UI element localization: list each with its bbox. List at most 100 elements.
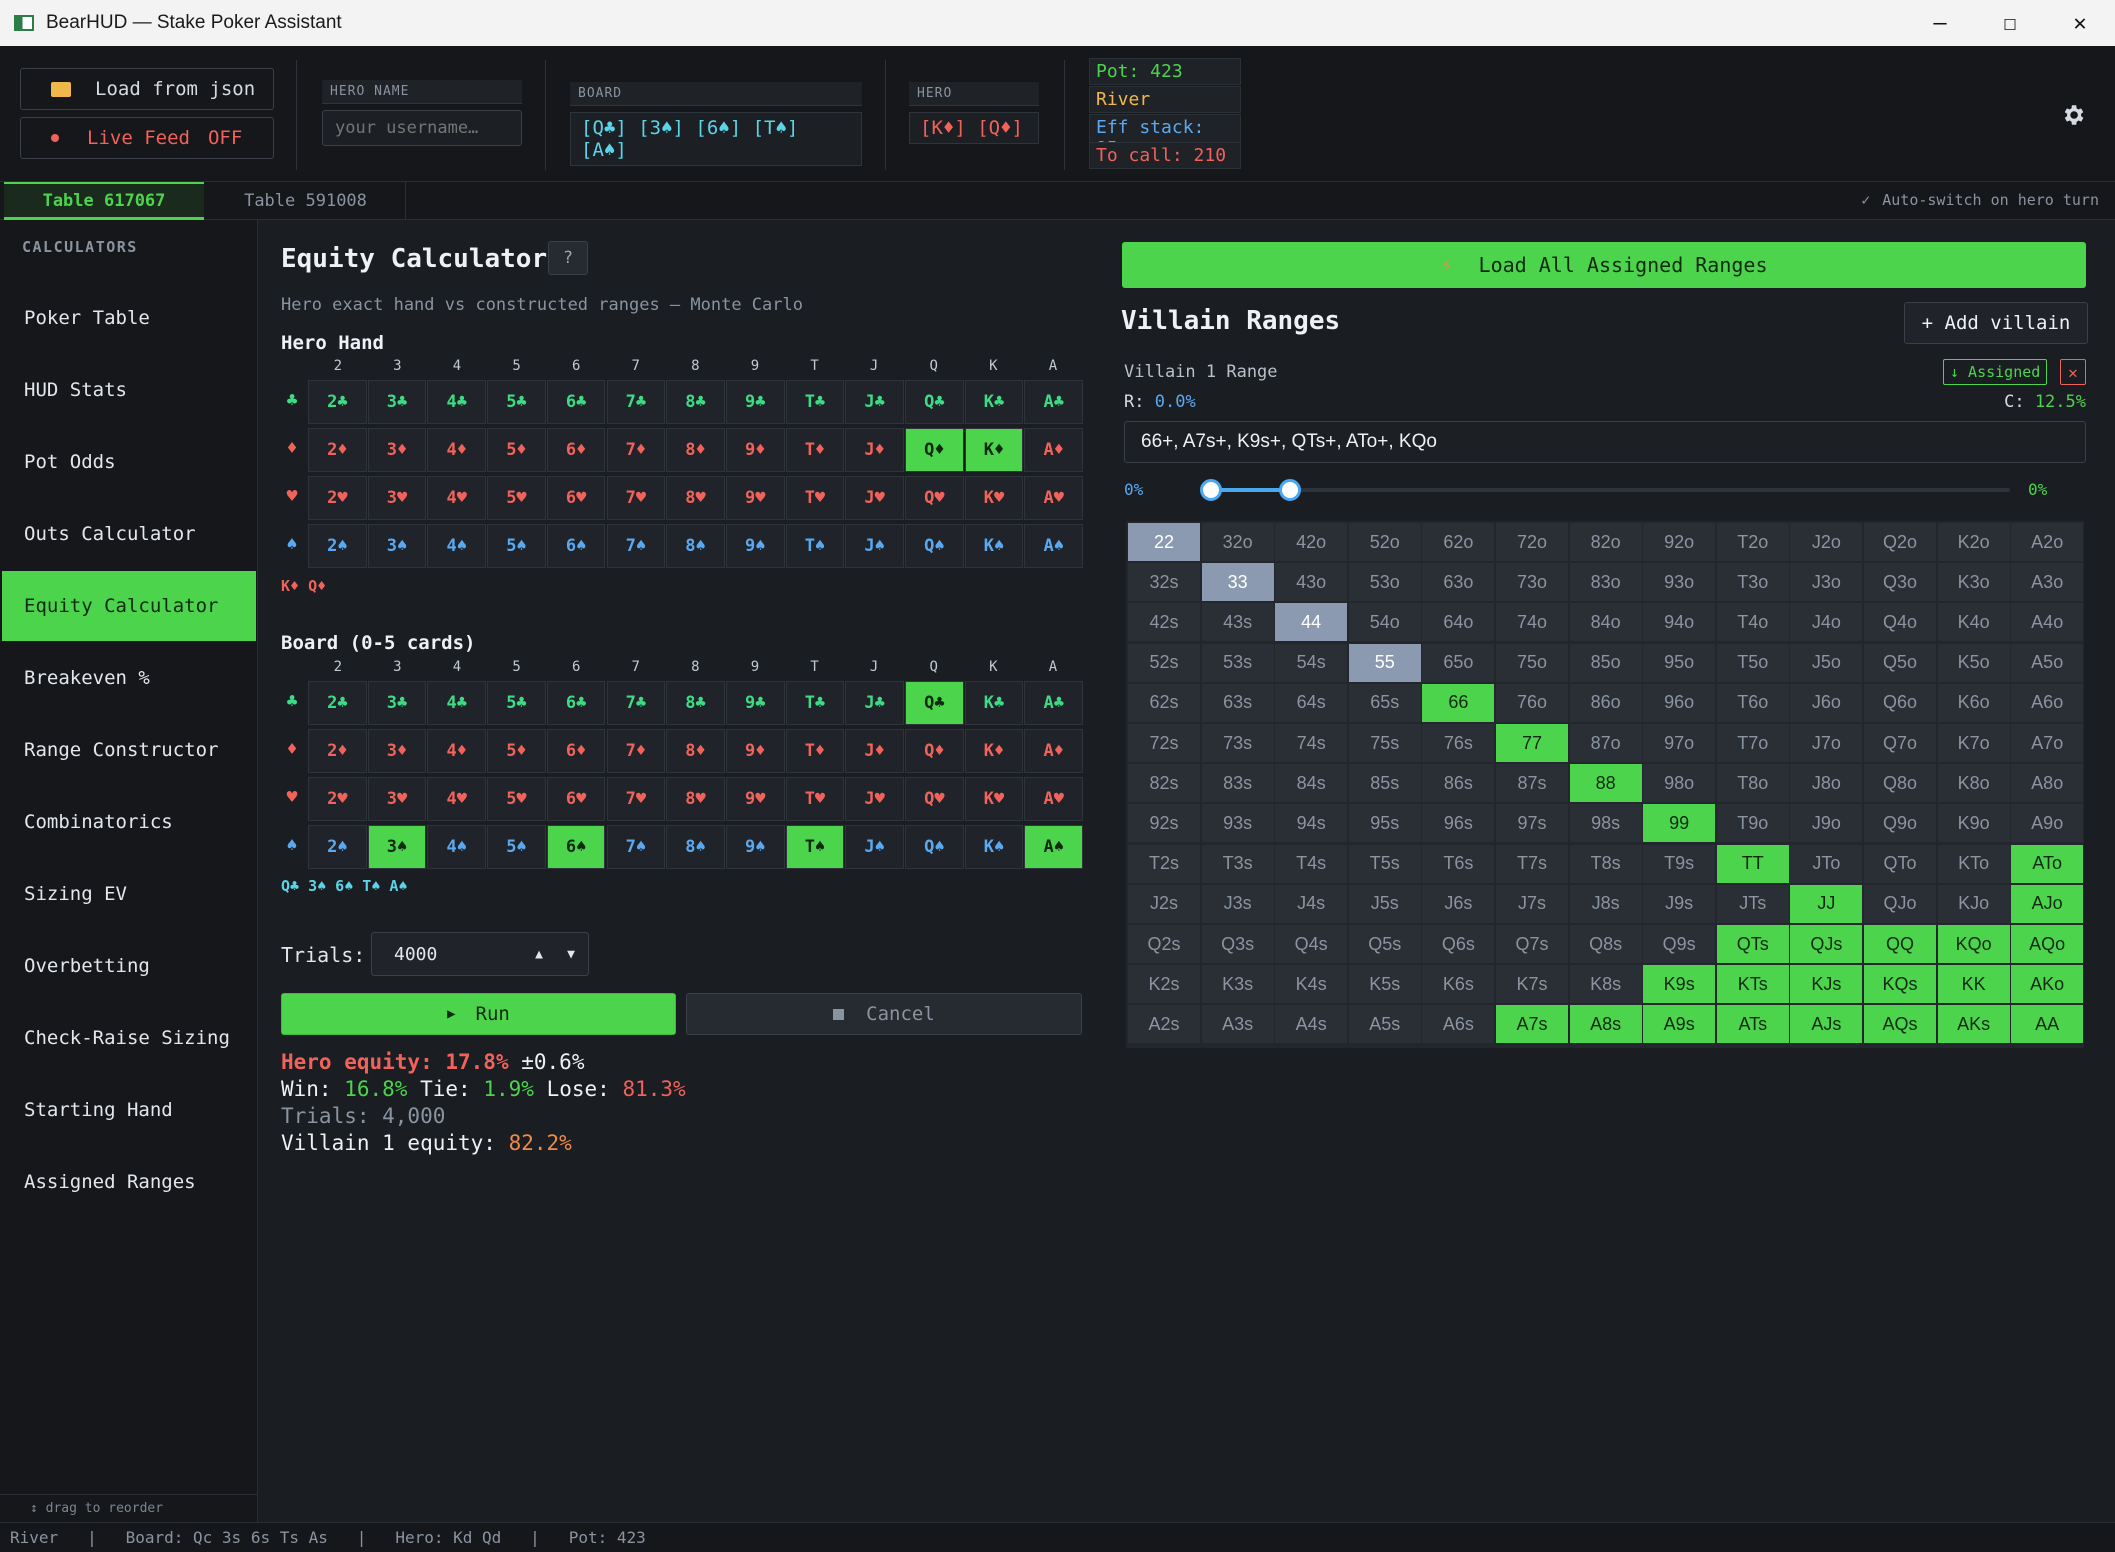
range-cell[interactable]: K7s bbox=[1496, 965, 1568, 1004]
range-cell[interactable]: ATo bbox=[2011, 844, 2084, 883]
board-card-button[interactable]: 8♥ bbox=[666, 777, 725, 821]
range-cell[interactable]: K8s bbox=[1569, 965, 1642, 1004]
hero-card-button[interactable]: 3♥ bbox=[367, 476, 427, 520]
board-card-button[interactable]: 3♦ bbox=[367, 729, 427, 773]
board-card-button[interactable]: 7♥ bbox=[606, 777, 666, 821]
hero-card-button[interactable]: 2♠ bbox=[308, 524, 367, 568]
range-cell[interactable]: KQo bbox=[1937, 925, 2010, 963]
sidebar-item-check-raise-sizing[interactable]: Check-Raise Sizing bbox=[2, 1003, 256, 1073]
board-card-button[interactable]: 4♦ bbox=[427, 729, 487, 773]
range-cell[interactable]: J6o bbox=[1790, 683, 1863, 722]
range-cell[interactable]: 84o bbox=[1569, 603, 1642, 642]
board-card-button[interactable]: 2♣ bbox=[308, 681, 367, 725]
range-cell[interactable]: 95o bbox=[1643, 643, 1716, 682]
board-card-button[interactable]: T♥ bbox=[785, 777, 845, 821]
board-card-button[interactable]: 9♠ bbox=[725, 825, 785, 869]
range-cell[interactable]: J4o bbox=[1790, 603, 1863, 642]
board-card-button[interactable]: 4♥ bbox=[427, 777, 487, 821]
board-card-button[interactable]: 9♥ bbox=[725, 777, 785, 821]
range-cell[interactable]: K3s bbox=[1201, 965, 1274, 1004]
hero-card-button[interactable]: 3♦ bbox=[367, 428, 427, 472]
range-cell[interactable]: T3o bbox=[1716, 563, 1789, 602]
board-card-button[interactable]: A♥ bbox=[1024, 777, 1084, 821]
board-card-button[interactable]: J♥ bbox=[845, 777, 904, 821]
board-card-button[interactable]: A♠ bbox=[1024, 825, 1084, 869]
range-cell[interactable]: J5o bbox=[1790, 643, 1863, 682]
range-cell[interactable]: 64s bbox=[1275, 683, 1348, 722]
range-cell[interactable]: J8o bbox=[1790, 764, 1863, 803]
hero-card-button[interactable]: 3♣ bbox=[367, 380, 427, 424]
hero-card-button[interactable]: Q♣ bbox=[905, 380, 964, 424]
range-cell[interactable]: A5o bbox=[2011, 643, 2084, 682]
range-cell[interactable]: 55 bbox=[1348, 643, 1421, 682]
hero-card-button[interactable]: 7♣ bbox=[606, 380, 666, 424]
sidebar-item-breakeven[interactable]: Breakeven % bbox=[2, 643, 256, 713]
range-cell[interactable]: KJs bbox=[1790, 965, 1863, 1004]
range-cell[interactable]: 85o bbox=[1569, 643, 1642, 682]
range-cell[interactable]: T2o bbox=[1716, 523, 1789, 561]
range-cell[interactable]: A6o bbox=[2011, 683, 2084, 722]
range-cell[interactable]: T3s bbox=[1201, 844, 1274, 883]
gear-icon[interactable] bbox=[2060, 102, 2086, 128]
range-cell[interactable]: QTs bbox=[1716, 925, 1789, 963]
hero-card-button[interactable]: 8♠ bbox=[666, 524, 725, 568]
tab-table-2[interactable]: Table 591008 bbox=[206, 182, 406, 220]
board-card-button[interactable]: T♠ bbox=[785, 825, 845, 869]
range-cell[interactable]: A9s bbox=[1643, 1005, 1716, 1044]
hero-card-button[interactable]: 7♦ bbox=[606, 428, 666, 472]
board-card-button[interactable]: K♠ bbox=[964, 825, 1024, 869]
range-cell[interactable]: J3o bbox=[1790, 563, 1863, 602]
range-cell[interactable]: Q7s bbox=[1496, 925, 1568, 963]
range-cell[interactable]: A3s bbox=[1201, 1005, 1274, 1044]
range-cell[interactable]: QTo bbox=[1864, 844, 1936, 883]
range-cell[interactable]: 65s bbox=[1348, 683, 1421, 722]
range-cell[interactable]: 75s bbox=[1348, 724, 1421, 762]
hero-card-button[interactable]: 7♠ bbox=[606, 524, 666, 568]
hero-card-button[interactable]: T♥ bbox=[785, 476, 845, 520]
range-cell[interactable]: AQs bbox=[1864, 1005, 1936, 1044]
range-cell[interactable]: T6s bbox=[1422, 844, 1495, 883]
hero-card-button[interactable]: 6♦ bbox=[546, 428, 606, 472]
add-villain-button[interactable]: + Add villain bbox=[1904, 302, 2088, 344]
range-cell[interactable]: Q6o bbox=[1864, 683, 1936, 722]
hero-card-button[interactable]: J♠ bbox=[845, 524, 904, 568]
run-button[interactable]: ▶ Run bbox=[281, 993, 676, 1035]
board-card-button[interactable]: 7♦ bbox=[606, 729, 666, 773]
hero-name-input[interactable] bbox=[322, 110, 522, 146]
range-cell[interactable]: KTs bbox=[1716, 965, 1789, 1004]
range-cell[interactable]: Q7o bbox=[1864, 724, 1936, 762]
range-cell[interactable]: A2s bbox=[1128, 1005, 1200, 1044]
range-cell[interactable]: 63s bbox=[1201, 683, 1274, 722]
range-cell[interactable]: 65o bbox=[1422, 643, 1495, 682]
range-cell[interactable]: T4s bbox=[1275, 844, 1348, 883]
hero-card-button[interactable]: T♣ bbox=[785, 380, 845, 424]
range-cell[interactable]: 97s bbox=[1496, 804, 1568, 843]
hero-card-button[interactable]: T♠ bbox=[785, 524, 845, 568]
auto-switch-toggle[interactable]: ✓ Auto-switch on hero turn bbox=[1861, 191, 2099, 209]
range-cell[interactable]: 93o bbox=[1643, 563, 1716, 602]
range-cell[interactable]: T9s bbox=[1643, 844, 1716, 883]
board-card-button[interactable]: 8♠ bbox=[666, 825, 725, 869]
range-cell[interactable]: 82o bbox=[1569, 523, 1642, 561]
range-cell[interactable]: 52o bbox=[1348, 523, 1421, 561]
range-text-input[interactable]: 66+, A7s+, K9s+, QTs+, ATo+, KQo bbox=[1124, 421, 2086, 463]
hero-card-button[interactable]: 6♣ bbox=[546, 380, 606, 424]
range-cell[interactable]: J9o bbox=[1790, 804, 1863, 843]
hero-card-button[interactable]: 4♠ bbox=[427, 524, 487, 568]
hero-card-button[interactable]: 7♥ bbox=[606, 476, 666, 520]
range-cell[interactable]: 93s bbox=[1201, 804, 1274, 843]
board-card-button[interactable]: 3♣ bbox=[367, 681, 427, 725]
range-cell[interactable]: AJs bbox=[1790, 1005, 1863, 1044]
board-card-button[interactable]: 2♠ bbox=[308, 825, 367, 869]
range-cell[interactable]: JJ bbox=[1790, 884, 1863, 923]
range-cell[interactable]: Q8o bbox=[1864, 764, 1936, 803]
board-card-button[interactable]: A♣ bbox=[1024, 681, 1084, 725]
hero-card-button[interactable]: 9♣ bbox=[725, 380, 785, 424]
slider-high-handle[interactable] bbox=[1278, 479, 1301, 501]
board-card-button[interactable]: 7♣ bbox=[606, 681, 666, 725]
range-cell[interactable]: 83o bbox=[1569, 563, 1642, 602]
assigned-badge[interactable]: ↓ Assigned bbox=[1943, 359, 2048, 385]
range-cell[interactable]: 97o bbox=[1643, 724, 1716, 762]
range-cell[interactable]: 86s bbox=[1422, 764, 1495, 803]
hero-card-button[interactable]: 5♣ bbox=[487, 380, 546, 424]
